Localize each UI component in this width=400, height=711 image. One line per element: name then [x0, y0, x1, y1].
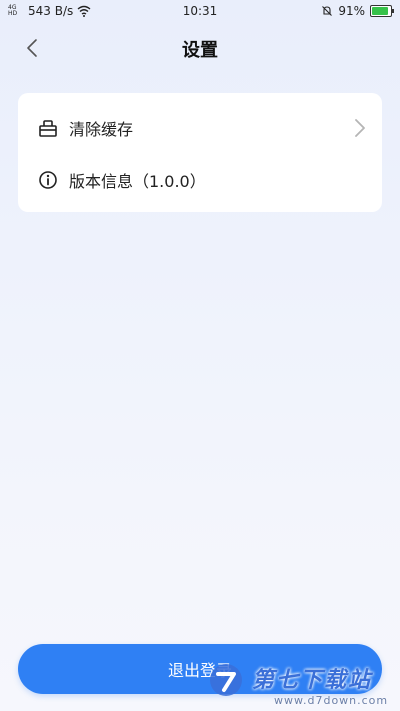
logout-button[interactable]: 退出登录	[18, 644, 382, 694]
watermark-url: www.d7down.com	[274, 694, 389, 707]
basket-icon	[39, 120, 57, 137]
battery-cap	[392, 9, 394, 13]
status-bar: 4G HD 543 B/s 10:31 91%	[0, 0, 400, 22]
info-icon	[39, 171, 57, 189]
version-info-label: 版本信息（1.0.0）	[69, 172, 206, 191]
nav-bar: 设置	[0, 30, 400, 66]
chevron-right-icon	[355, 119, 365, 137]
battery-icon	[370, 5, 394, 17]
battery-percent: 91%	[338, 4, 365, 18]
mute-bell-icon	[322, 6, 333, 16]
clear-cache-label: 清除缓存	[69, 120, 134, 139]
version-info-item[interactable]: 版本信息（1.0.0）	[18, 155, 382, 205]
settings-card: 清除缓存 版本信息（1.0.0）	[18, 93, 382, 212]
clear-cache-item[interactable]: 清除缓存	[18, 103, 382, 153]
page-title: 设置	[182, 40, 218, 61]
battery-fill	[372, 7, 389, 15]
status-right: 91%	[321, 4, 394, 18]
